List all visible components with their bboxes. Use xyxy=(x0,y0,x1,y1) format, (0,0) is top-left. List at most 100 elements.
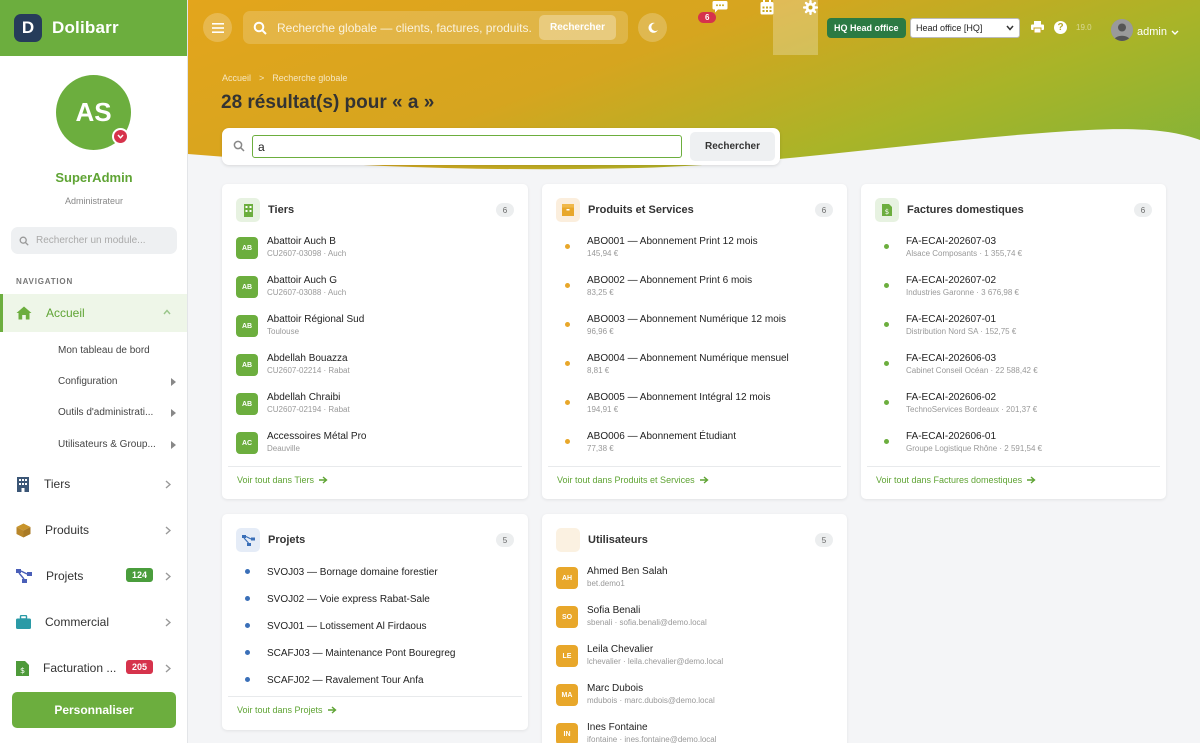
list-item[interactable]: AC Accessoires Métal Pro Deauville xyxy=(236,430,514,462)
chevron-right-icon xyxy=(171,441,176,449)
admin-avatar[interactable] xyxy=(1111,19,1133,41)
list-item[interactable]: IN Ines Fontaine ifontaine · ines.fontaine… xyxy=(556,721,833,743)
status-dot xyxy=(245,569,250,574)
help-icon: ? xyxy=(1057,22,1064,33)
sidebar-item-produits[interactable]: Produits xyxy=(0,511,187,549)
item-title: SVOJ03 — Bornage domaine forestier xyxy=(267,567,438,578)
project-tree-icon xyxy=(241,534,255,546)
list-item[interactable]: AH Ahmed Ben Salah bet.demo1 xyxy=(556,565,833,597)
list-item[interactable]: AB Abattoir Auch G CU2607-03088 · Auch xyxy=(236,274,514,306)
item-subtitle: 77,38 € xyxy=(587,444,614,453)
search-button[interactable]: Rechercher xyxy=(690,132,775,161)
list-item[interactable]: LE Leila Chevalier lchevalier · leila.chev… xyxy=(556,643,833,675)
item-subtitle: mdubois · marc.dubois@demo.local xyxy=(587,696,715,705)
list-item[interactable]: ABO001 — Abonnement Print 12 mois 145,94 … xyxy=(556,235,833,267)
item-subtitle: 8,81 € xyxy=(587,366,610,375)
chevron-right-icon xyxy=(165,618,171,627)
see-all-invoices-link[interactable]: Voir tout dans Factures domestiques xyxy=(876,475,1036,485)
settings-button[interactable] xyxy=(803,0,818,15)
admin-name[interactable]: admin xyxy=(1137,26,1167,38)
personalize-button[interactable]: Personnaliser xyxy=(12,692,176,728)
list-item[interactable]: ABO003 — Abonnement Numérique 12 mois 96,… xyxy=(556,313,833,345)
list-item[interactable]: MA Marc Dubois mdubois · marc.dubois@demo.… xyxy=(556,682,833,714)
card-title: Produits et Services xyxy=(588,204,694,216)
projects-count-badge: 124 xyxy=(125,568,153,582)
sidebar-item-facturation[interactable]: $ Facturation ... 205 xyxy=(0,649,187,687)
briefcase-icon xyxy=(16,615,31,629)
global-search-button[interactable]: Rechercher xyxy=(538,15,616,40)
item-title: FA-ECAI-202606-03 xyxy=(906,353,997,364)
global-search-bar: Rechercher xyxy=(243,11,628,44)
sidebar-subitem-configuration[interactable]: Configuration xyxy=(58,376,178,387)
list-item[interactable]: AB Abattoir Régional Sud Toulouse xyxy=(236,313,514,345)
menu-toggle-button[interactable] xyxy=(203,13,232,42)
sidebar-item-projets[interactable]: Projets 124 xyxy=(0,557,187,595)
item-avatar: AB xyxy=(236,354,258,376)
list-item[interactable]: FA-ECAI-202607-01 Distribution Nord SA · … xyxy=(875,313,1152,345)
brand[interactable]: D Dolibarr xyxy=(0,0,187,56)
item-title: SVOJ01 — Lotissement Al Firdaous xyxy=(267,621,427,632)
status-dot xyxy=(565,400,570,405)
list-item[interactable]: SVOJ01 — Lotissement Al Firdaous xyxy=(236,618,514,634)
sidebar-subitem-label: Outils d'administrati... xyxy=(58,407,154,418)
item-title: FA-ECAI-202606-01 xyxy=(906,431,997,442)
see-all-projects-link[interactable]: Voir tout dans Projets xyxy=(237,705,337,715)
entity-select[interactable]: Head office [HQ] xyxy=(910,18,1020,38)
list-item[interactable]: FA-ECAI-202607-02 Industries Garonne · 3 … xyxy=(875,274,1152,306)
card-header: Tiers 6 xyxy=(236,198,514,222)
see-all-tiers-link[interactable]: Voir tout dans Tiers xyxy=(237,475,328,485)
status-dot xyxy=(245,623,250,628)
module-search-input[interactable] xyxy=(36,235,166,246)
chevron-right-icon xyxy=(171,378,176,386)
see-all-products-link[interactable]: Voir tout dans Produits et Services xyxy=(557,475,709,485)
list-item[interactable]: ABO006 — Abonnement Étudiant 77,38 € xyxy=(556,430,833,462)
print-button[interactable] xyxy=(1031,21,1044,33)
sidebar-item-accueil[interactable]: Accueil xyxy=(0,294,187,332)
card-count: 6 xyxy=(496,203,514,217)
item-title: ABO001 — Abonnement Print 12 mois xyxy=(587,236,758,247)
sidebar-item-tiers[interactable]: Tiers xyxy=(0,465,187,503)
breadcrumb: Accueil > Recherche globale xyxy=(222,73,347,83)
list-item[interactable]: AB Abattoir Auch B CU2607-03098 · Auch xyxy=(236,235,514,267)
item-avatar: AH xyxy=(556,567,578,589)
dark-mode-toggle[interactable] xyxy=(638,13,667,42)
list-item[interactable]: FA-ECAI-202607-03 Alsace Composants · 1 3… xyxy=(875,235,1152,267)
breadcrumb-separator: > xyxy=(259,73,265,83)
user-menu-badge[interactable] xyxy=(112,128,129,145)
item-avatar: LE xyxy=(556,645,578,667)
status-dot xyxy=(884,283,889,288)
breadcrumb-home[interactable]: Accueil xyxy=(222,73,251,83)
invoice-icon: $ xyxy=(882,204,892,216)
list-item[interactable]: ABO002 — Abonnement Print 6 mois 83,25 € xyxy=(556,274,833,306)
help-button[interactable]: ? xyxy=(1054,21,1067,34)
sidebar-subitem-users-groups[interactable]: Utilisateurs & Group... xyxy=(58,439,178,450)
sidebar-subitem-admin-tools[interactable]: Outils d'administrati... xyxy=(58,407,178,418)
dolibarr-logo: D xyxy=(14,14,42,42)
list-item[interactable]: AB Abdellah Bouazza CU2607-02214 · Rabat xyxy=(236,352,514,384)
list-item[interactable]: FA-ECAI-202606-02 TechnoServices Bordeaux… xyxy=(875,391,1152,423)
list-item[interactable]: SVOJ03 — Bornage domaine forestier xyxy=(236,564,514,580)
item-title: SCAFJ03 — Maintenance Pont Bouregreg xyxy=(267,648,456,659)
list-item[interactable]: SO Sofia Benali sbenali · sofia.benali@dem… xyxy=(556,604,833,636)
global-search-input[interactable] xyxy=(277,20,532,35)
card-count: 5 xyxy=(496,533,514,547)
list-item[interactable]: AB Abdellah Chraibi CU2607-02194 · Rabat xyxy=(236,391,514,423)
chevron-down-icon[interactable] xyxy=(1171,30,1179,35)
sidebar-subitem-dashboard[interactable]: Mon tableau de bord xyxy=(58,345,178,356)
search-input[interactable] xyxy=(252,135,682,158)
list-item[interactable]: SCAFJ02 — Ravalement Tour Anfa xyxy=(236,672,514,688)
list-item[interactable]: FA-ECAI-202606-01 Groupe Logistique Rhône… xyxy=(875,430,1152,462)
list-item[interactable]: ABO005 — Abonnement Intégral 12 mois 194,… xyxy=(556,391,833,423)
user-name: SuperAdmin xyxy=(55,170,133,185)
list-item[interactable]: SCAFJ03 — Maintenance Pont Bouregreg xyxy=(236,645,514,661)
calendar-button[interactable] xyxy=(760,0,774,15)
messages-button[interactable] xyxy=(712,0,728,14)
list-item[interactable]: SVOJ02 — Voie express Rabat-Sale xyxy=(236,591,514,607)
item-subtitle: Cabinet Conseil Océan · 22 588,42 € xyxy=(906,366,1038,375)
list-item[interactable]: FA-ECAI-202606-03 Cabinet Conseil Océan ·… xyxy=(875,352,1152,384)
status-dot xyxy=(884,244,889,249)
list-item[interactable]: ABO004 — Abonnement Numérique mensuel 8,8… xyxy=(556,352,833,384)
sidebar-item-commercial[interactable]: Commercial xyxy=(0,603,187,641)
item-title: ABO004 — Abonnement Numérique mensuel xyxy=(587,353,789,364)
card-divider xyxy=(548,466,841,467)
